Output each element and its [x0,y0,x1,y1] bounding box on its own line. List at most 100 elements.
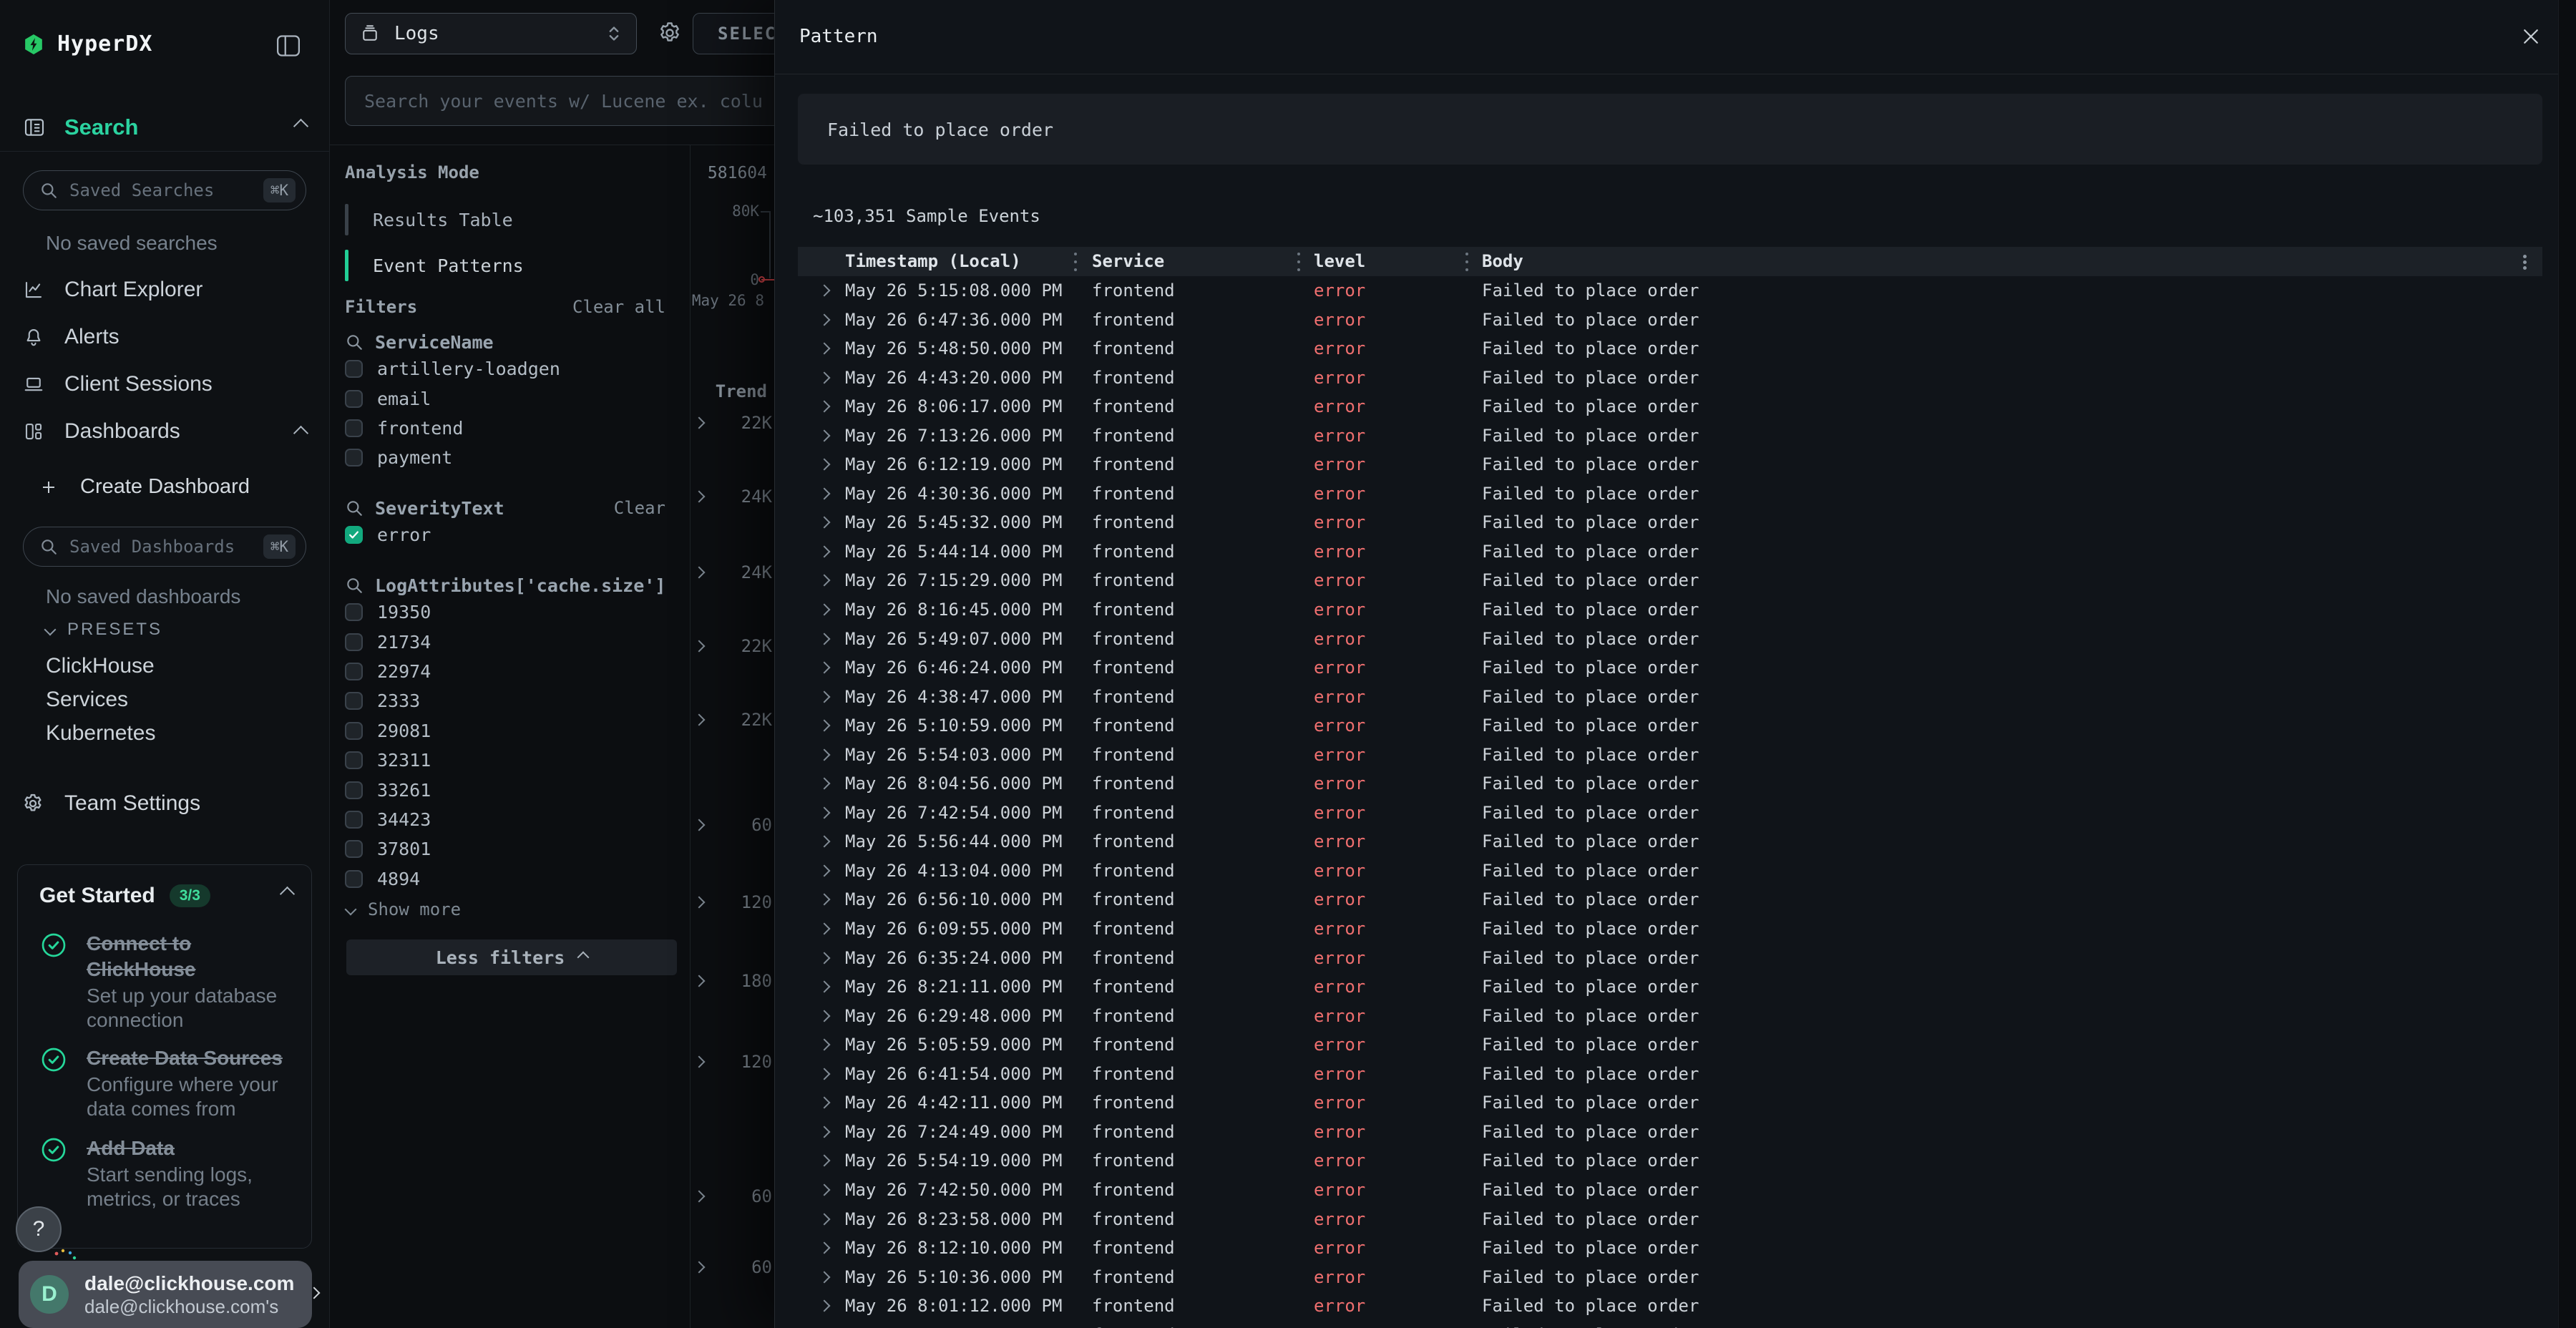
checkbox[interactable] [345,870,363,888]
column-resize-handle[interactable] [1074,253,1077,271]
event-row[interactable]: May 26 7:24:49.000 PMfrontenderrorFailed… [798,1118,2542,1147]
search-icon[interactable] [345,576,364,595]
facet-option-29081[interactable]: 29081 [345,716,665,746]
source-settings-gear-icon[interactable] [657,20,683,46]
expand-chevron-icon[interactable] [819,1300,831,1312]
facet-option-payment[interactable]: payment [345,443,665,472]
pattern-row[interactable]: 60 [690,1182,783,1211]
get-started-item[interactable]: Create Data Sources Configure where your… [39,1045,291,1121]
expand-chevron-icon[interactable] [819,1097,831,1109]
event-row[interactable]: May 26 7:15:29.000 PMfrontenderrorFailed… [798,566,2542,595]
pattern-row[interactable]: 24K [690,558,783,587]
expand-chevron-icon[interactable] [819,836,831,848]
close-icon[interactable] [2520,26,2542,47]
event-row[interactable]: May 26 6:29:48.000 PMfrontenderrorFailed… [798,1002,2542,1031]
column-resize-handle[interactable] [1297,253,1300,271]
expand-chevron-icon[interactable] [819,864,831,877]
expand-chevron-icon[interactable] [819,1126,831,1138]
expand-chevron-icon[interactable] [819,1242,831,1254]
chevron-up-icon[interactable] [296,121,306,135]
event-row[interactable]: May 26 6:35:24.000 PMfrontenderrorFailed… [798,944,2542,973]
facet-option-33261[interactable]: 33261 [345,775,665,804]
checkbox[interactable] [345,419,363,437]
event-row[interactable]: May 26 4:13:04.000 PMfrontenderrorFailed… [798,856,2542,886]
expand-chevron-icon[interactable] [819,1155,831,1167]
facet-option-2333[interactable]: 2333 [345,686,665,716]
expand-chevron-icon[interactable] [819,545,831,557]
expand-chevron-icon[interactable] [819,1010,831,1022]
event-row[interactable]: May 26 5:05:59.000 PMfrontenderrorFailed… [798,1030,2542,1060]
source-selector[interactable]: Logs [345,13,637,54]
pattern-row[interactable]: 120 [690,1048,783,1076]
facet-option-email[interactable]: email [345,384,665,413]
expand-chevron-icon[interactable] [819,371,831,384]
event-row[interactable]: May 26 5:49:07.000 PMfrontenderrorFailed… [798,625,2542,654]
expand-chevron-icon[interactable] [819,923,831,935]
pattern-row[interactable]: 22K [690,409,783,437]
checkbox[interactable] [345,840,363,858]
pattern-row[interactable]: 60 [690,1253,783,1281]
checkbox[interactable] [345,692,363,710]
checkbox[interactable] [345,663,363,680]
event-row[interactable]: May 26 7:13:26.000 PMfrontenderrorFailed… [798,421,2542,451]
expand-chevron-icon[interactable] [819,806,831,819]
event-row[interactable]: May 26 7:42:54.000 PMfrontenderrorFailed… [798,799,2542,828]
facet-option-19350[interactable]: 19350 [345,597,665,627]
preset-services[interactable]: Services [46,688,128,712]
facet-option-error[interactable]: error [345,520,665,550]
get-started-item[interactable]: Connect to ClickHouse Set up your databa… [39,931,291,1032]
create-dashboard-button[interactable]: Create Dashboard [40,475,250,499]
event-row[interactable]: May 26 6:41:54.000 PMfrontenderrorFailed… [798,1060,2542,1089]
event-row[interactable]: May 26 8:12:10.000 PMfrontenderrorFailed… [798,1234,2542,1263]
preset-kubernetes[interactable]: Kubernetes [46,721,155,746]
event-row[interactable]: May 26 4:42:11.000 PMfrontenderrorFailed… [798,1088,2542,1118]
pattern-row[interactable]: 180 [690,967,783,995]
checkbox[interactable] [345,633,363,651]
sidebar-item-client-sessions[interactable]: Client Sessions [23,368,306,401]
user-menu[interactable]: D dale@clickhouse.com dale@clickhouse.co… [19,1261,312,1328]
pattern-row[interactable]: 22K [690,632,783,660]
facet-option-32311[interactable]: 32311 [345,746,665,775]
checkbox[interactable] [345,751,363,769]
expand-chevron-icon[interactable] [819,1039,831,1051]
event-row[interactable]: May 26 6:47:36.000 PMfrontenderrorFailed… [798,306,2542,335]
mode-event-patterns[interactable]: Event Patterns [345,250,660,281]
event-row[interactable]: May 26 7:42:50.000 PMfrontenderrorFailed… [798,1176,2542,1205]
help-button[interactable]: ? [16,1206,62,1252]
preset-clickhouse[interactable]: ClickHouse [46,654,155,678]
expand-chevron-icon[interactable] [819,981,831,993]
facet-clear-button[interactable]: Clear [614,498,665,518]
chevron-up-icon[interactable] [282,889,293,903]
expand-chevron-icon[interactable] [819,313,831,326]
facet-option-34423[interactable]: 34423 [345,805,665,834]
saved-searches-field[interactable] [68,180,253,201]
sidebar-item-dashboards[interactable]: Dashboards [23,415,306,448]
search-icon[interactable] [345,333,364,351]
event-row[interactable]: May 26 5:45:32.000 PMfrontenderrorFailed… [798,508,2542,537]
search-icon[interactable] [345,499,364,517]
pattern-row[interactable]: 24K [690,482,783,511]
event-row[interactable]: May 26 4:38:47.000 PMfrontenderrorFailed… [798,683,2542,712]
expand-chevron-icon[interactable] [819,459,831,471]
event-row[interactable]: May 26 5:48:50.000 PMfrontenderrorFailed… [798,334,2542,363]
checkbox[interactable] [345,603,363,621]
event-row[interactable]: May 26 8:23:58.000 PMfrontenderrorFailed… [798,1205,2542,1234]
event-row[interactable]: May 26 6:56:10.000 PMfrontenderrorFailed… [798,885,2542,914]
expand-chevron-icon[interactable] [819,575,831,587]
sidebar-item-alerts[interactable]: Alerts [23,321,306,353]
expand-chevron-icon[interactable] [819,662,831,674]
expand-chevron-icon[interactable] [819,487,831,499]
expand-chevron-icon[interactable] [819,1271,831,1283]
event-row[interactable]: May 26 5:56:44.000 PMfrontenderrorFailed… [798,827,2542,856]
saved-dashboards-field[interactable] [68,536,253,557]
presets-toggle[interactable]: PRESETS [46,620,162,640]
event-row[interactable]: May 26 6:46:24.000 PMfrontenderrorFailed… [798,653,2542,683]
collapse-sidebar-icon[interactable] [276,34,301,57]
expand-chevron-icon[interactable] [819,401,831,413]
event-row[interactable]: May 26 5:10:59.000 PMfrontenderrorFailed… [798,711,2542,741]
expand-chevron-icon[interactable] [819,894,831,906]
event-row[interactable]: May 26 5:54:19.000 PMfrontenderrorFailed… [798,1146,2542,1176]
checkbox[interactable] [345,811,363,829]
less-filters-button[interactable]: Less filters [346,939,677,975]
event-row[interactable]: May 26 6:09:55.000 PMfrontenderrorFailed… [798,914,2542,944]
